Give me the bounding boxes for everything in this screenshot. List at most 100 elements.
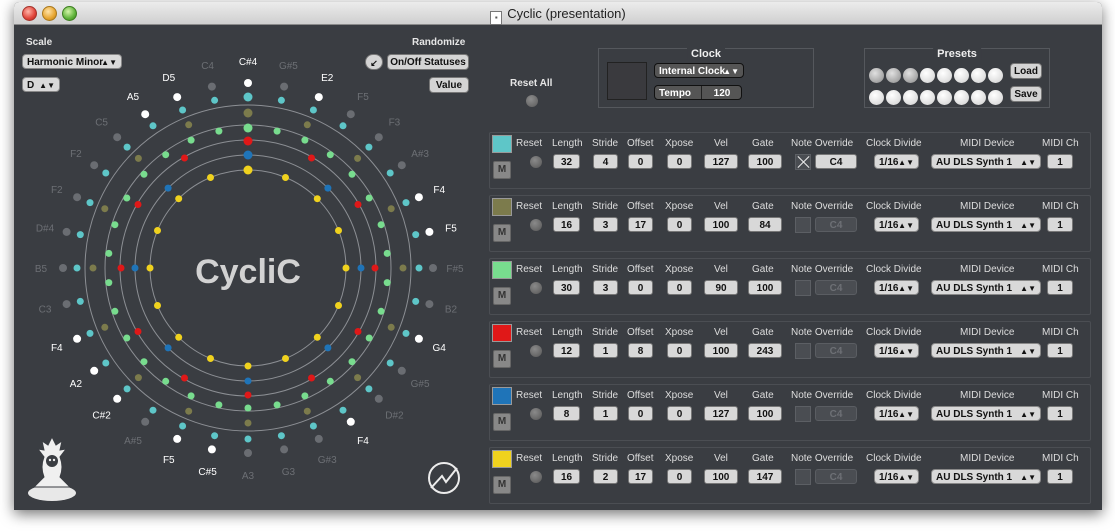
- outer-note[interactable]: B2: [425, 300, 458, 315]
- xpose-field[interactable]: 0: [667, 217, 692, 232]
- offset-field[interactable]: 17: [628, 217, 653, 232]
- outer-note[interactable]: A3: [242, 449, 255, 482]
- clock-divide-select[interactable]: 1/16 ▲▼: [874, 469, 919, 484]
- preset-slot[interactable]: [903, 90, 918, 105]
- reset-all-button[interactable]: [526, 95, 538, 107]
- outer-note-dot[interactable]: [314, 434, 323, 443]
- outer-note[interactable]: G#5: [279, 61, 298, 91]
- midi-channel-field[interactable]: 1: [1047, 469, 1073, 484]
- outer-note[interactable]: F5: [346, 92, 369, 119]
- outer-note[interactable]: F5: [163, 434, 182, 466]
- offset-field[interactable]: 17: [628, 469, 653, 484]
- outer-note-dot[interactable]: [397, 366, 406, 375]
- outer-note-dot[interactable]: [346, 110, 355, 119]
- outer-note-dot[interactable]: [244, 449, 252, 457]
- preset-save-button[interactable]: Save: [1010, 86, 1042, 102]
- midi-device-select[interactable]: AU DLS Synth 1 ▲▼: [931, 154, 1041, 169]
- override-note-field[interactable]: C4: [815, 343, 857, 358]
- preset-slot[interactable]: [937, 90, 952, 105]
- preset-slot[interactable]: [869, 68, 884, 83]
- track-reset-button[interactable]: [530, 471, 542, 483]
- preset-slot[interactable]: [920, 90, 935, 105]
- outer-note-dot[interactable]: [280, 82, 289, 91]
- track-reset-button[interactable]: [530, 156, 542, 168]
- midi-channel-field[interactable]: 1: [1047, 280, 1073, 295]
- preset-slot[interactable]: [971, 68, 986, 83]
- outer-note[interactable]: C#2: [92, 394, 122, 422]
- outer-note-dot[interactable]: [73, 193, 82, 202]
- midi-device-select[interactable]: AU DLS Synth 1 ▲▼: [931, 406, 1041, 421]
- override-note-field[interactable]: C4: [815, 406, 857, 421]
- preset-slot[interactable]: [869, 90, 884, 105]
- preset-slot[interactable]: [937, 68, 952, 83]
- outer-note[interactable]: G3: [280, 445, 296, 478]
- stride-field[interactable]: 1: [593, 406, 618, 421]
- preset-slot[interactable]: [886, 68, 901, 83]
- preset-slot[interactable]: [988, 68, 1003, 83]
- outer-note-dot[interactable]: [173, 434, 182, 443]
- outer-note[interactable]: C4: [201, 61, 216, 91]
- outer-note[interactable]: F4: [414, 185, 446, 202]
- note-override-checkbox[interactable]: [795, 280, 811, 296]
- track-color-swatch[interactable]: [492, 135, 512, 153]
- outer-note[interactable]: A5: [127, 92, 150, 119]
- track-reset-button[interactable]: [530, 345, 542, 357]
- vel-field[interactable]: 100: [704, 469, 738, 484]
- length-field[interactable]: 16: [553, 217, 580, 232]
- offset-field[interactable]: 8: [628, 343, 653, 358]
- xpose-field[interactable]: 0: [667, 469, 692, 484]
- track-color-swatch[interactable]: [492, 324, 512, 342]
- outer-note-dot[interactable]: [425, 300, 434, 309]
- outer-note-dot[interactable]: [90, 161, 99, 170]
- vel-field[interactable]: 127: [704, 154, 738, 169]
- track-color-swatch[interactable]: [492, 198, 512, 216]
- gate-field[interactable]: 243: [748, 343, 782, 358]
- gate-field[interactable]: 84: [748, 217, 782, 232]
- stride-field[interactable]: 3: [593, 280, 618, 295]
- mute-button[interactable]: M: [493, 224, 511, 242]
- outer-note-dot[interactable]: [73, 334, 82, 343]
- vel-field[interactable]: 90: [704, 280, 738, 295]
- stride-field[interactable]: 2: [593, 469, 618, 484]
- mute-button[interactable]: M: [493, 287, 511, 305]
- vel-field[interactable]: 127: [704, 406, 738, 421]
- preset-slot[interactable]: [988, 90, 1003, 105]
- midi-channel-field[interactable]: 1: [1047, 154, 1073, 169]
- outer-note[interactable]: C#5: [198, 445, 217, 478]
- gate-field[interactable]: 100: [748, 280, 782, 295]
- note-override-checkbox[interactable]: [795, 469, 811, 485]
- note-override-checkbox[interactable]: [795, 343, 811, 359]
- outer-note-dot[interactable]: [62, 227, 71, 236]
- outer-note[interactable]: A#3: [397, 149, 430, 170]
- mute-button[interactable]: M: [493, 350, 511, 368]
- preset-slot[interactable]: [954, 68, 969, 83]
- note-override-checkbox[interactable]: [795, 217, 811, 233]
- xpose-field[interactable]: 0: [667, 280, 692, 295]
- outer-note[interactable]: C#4: [239, 57, 258, 87]
- xpose-field[interactable]: 0: [667, 343, 692, 358]
- preset-slot[interactable]: [971, 90, 986, 105]
- mute-button[interactable]: M: [493, 161, 511, 179]
- outer-note[interactable]: B5: [35, 264, 67, 275]
- outer-note[interactable]: G#5: [397, 366, 430, 390]
- outer-note-dot[interactable]: [59, 264, 67, 272]
- gate-field[interactable]: 100: [748, 406, 782, 421]
- circle-display[interactable]: C#4 G#5 E2 F5 F3 A#3 F4 F5 F#5 B2 G4 G#5 D#2 F4 G#3 G3 A…: [14, 25, 484, 510]
- outer-note[interactable]: F2: [70, 149, 99, 170]
- outer-note[interactable]: F2: [51, 185, 82, 202]
- midi-device-select[interactable]: AU DLS Synth 1 ▲▼: [931, 280, 1041, 295]
- track-color-swatch[interactable]: [492, 261, 512, 279]
- override-note-field[interactable]: C4: [815, 154, 857, 169]
- length-field[interactable]: 12: [553, 343, 580, 358]
- gate-field[interactable]: 100: [748, 154, 782, 169]
- outer-note-dot[interactable]: [113, 133, 122, 142]
- outer-note-dot[interactable]: [429, 264, 437, 272]
- stride-field[interactable]: 1: [593, 343, 618, 358]
- outer-note[interactable]: G4: [414, 334, 446, 354]
- offset-field[interactable]: 0: [628, 280, 653, 295]
- outer-note-dot[interactable]: [414, 334, 423, 343]
- preset-load-button[interactable]: Load: [1010, 63, 1042, 79]
- tempo-field[interactable]: Tempo 120: [654, 85, 742, 100]
- clock-divide-select[interactable]: 1/16 ▲▼: [874, 217, 919, 232]
- outer-note[interactable]: C3: [39, 300, 71, 315]
